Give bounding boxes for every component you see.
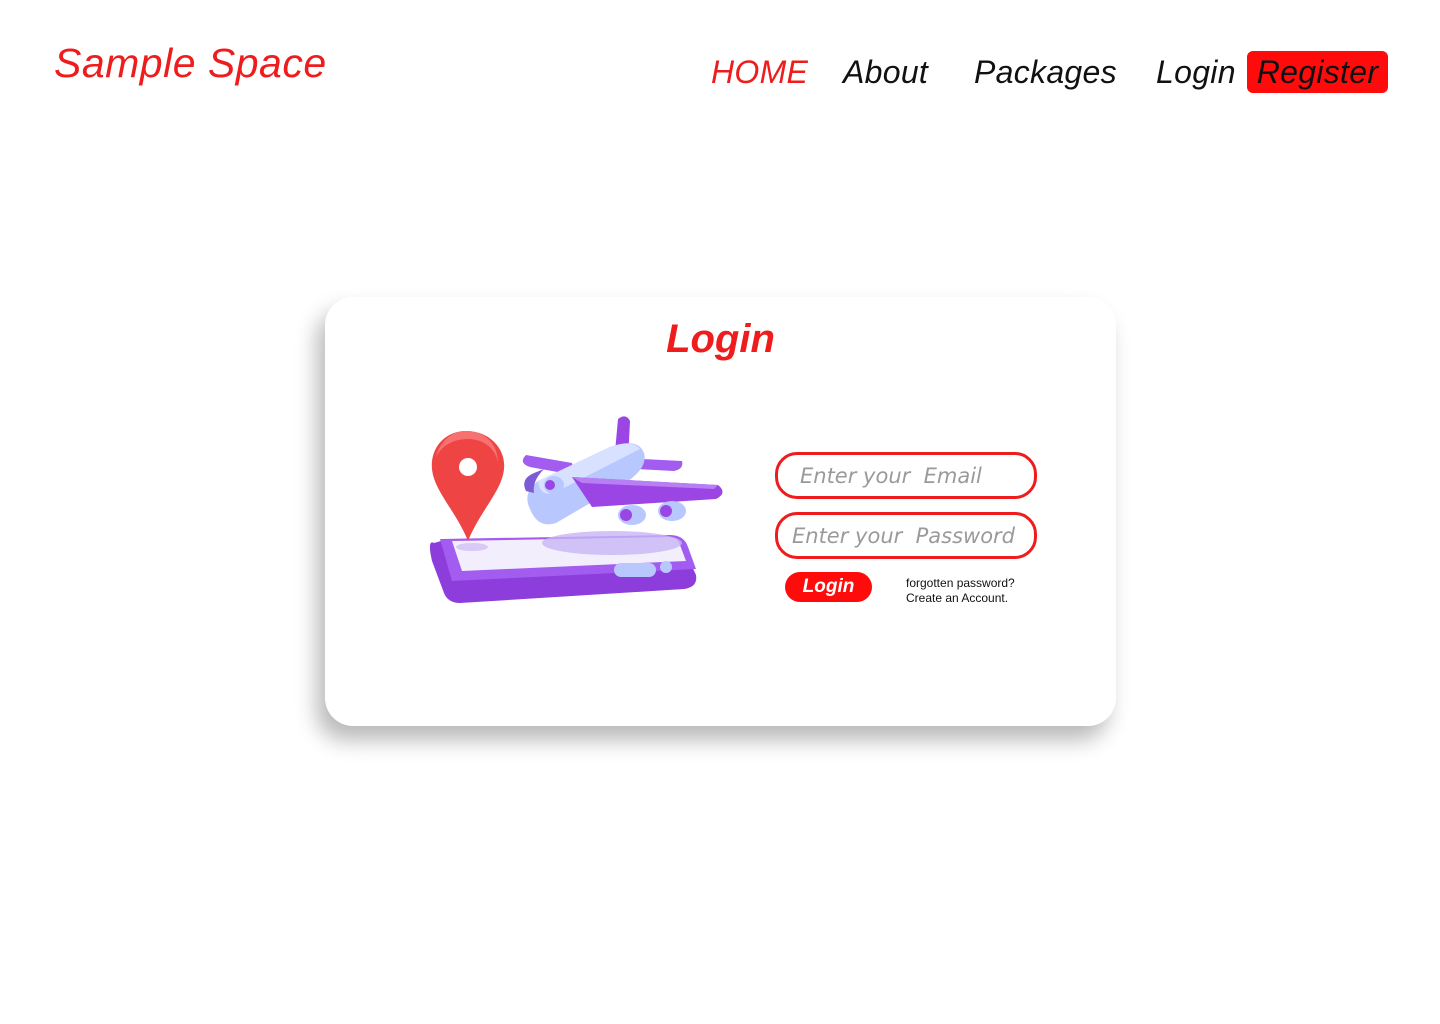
nav-login-link[interactable]: Login (1156, 54, 1236, 91)
password-input[interactable] (775, 512, 1037, 559)
login-card: Login Lo (325, 297, 1116, 726)
create-account-link[interactable]: Create an Account. (906, 591, 1008, 605)
login-title: Login (666, 317, 775, 361)
travel-illustration-icon (429, 416, 723, 603)
email-input[interactable] (775, 452, 1037, 499)
nav-packages-link[interactable]: Packages (974, 54, 1117, 91)
nav-about-link[interactable]: About (843, 54, 928, 91)
login-button[interactable]: Login (785, 572, 872, 602)
brand-logo[interactable]: Sample Space (54, 40, 327, 87)
nav-register-button[interactable]: Register (1247, 51, 1388, 93)
forgot-password-link[interactable]: forgotten password? (906, 576, 1015, 590)
nav-home-link[interactable]: HOME (711, 54, 808, 91)
